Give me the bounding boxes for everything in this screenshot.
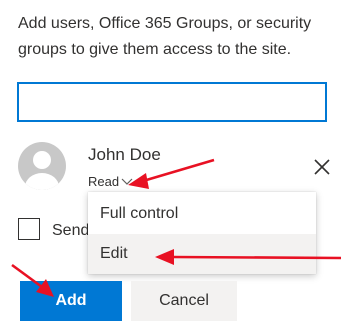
user-name: John Doe xyxy=(88,145,161,164)
permission-dropdown[interactable]: Read xyxy=(88,174,133,189)
permission-menu: Full control Edit xyxy=(88,192,316,274)
menu-item-full-control[interactable]: Full control xyxy=(88,194,316,234)
person-icon xyxy=(25,151,59,190)
menu-item-edit[interactable]: Edit xyxy=(88,234,316,274)
send-email-label: Send xyxy=(52,222,88,239)
send-email-checkbox[interactable] xyxy=(18,218,40,240)
intro-text: Add users, Office 365 Groups, or securit… xyxy=(18,15,312,58)
people-picker-input[interactable] xyxy=(17,82,327,122)
add-button[interactable]: Add xyxy=(20,281,122,321)
permission-label: Read xyxy=(88,174,120,189)
cancel-button[interactable]: Cancel xyxy=(131,281,237,321)
close-icon xyxy=(314,159,330,175)
remove-user-button[interactable] xyxy=(311,156,333,178)
avatar xyxy=(18,142,66,190)
chevron-down-icon xyxy=(121,178,133,185)
